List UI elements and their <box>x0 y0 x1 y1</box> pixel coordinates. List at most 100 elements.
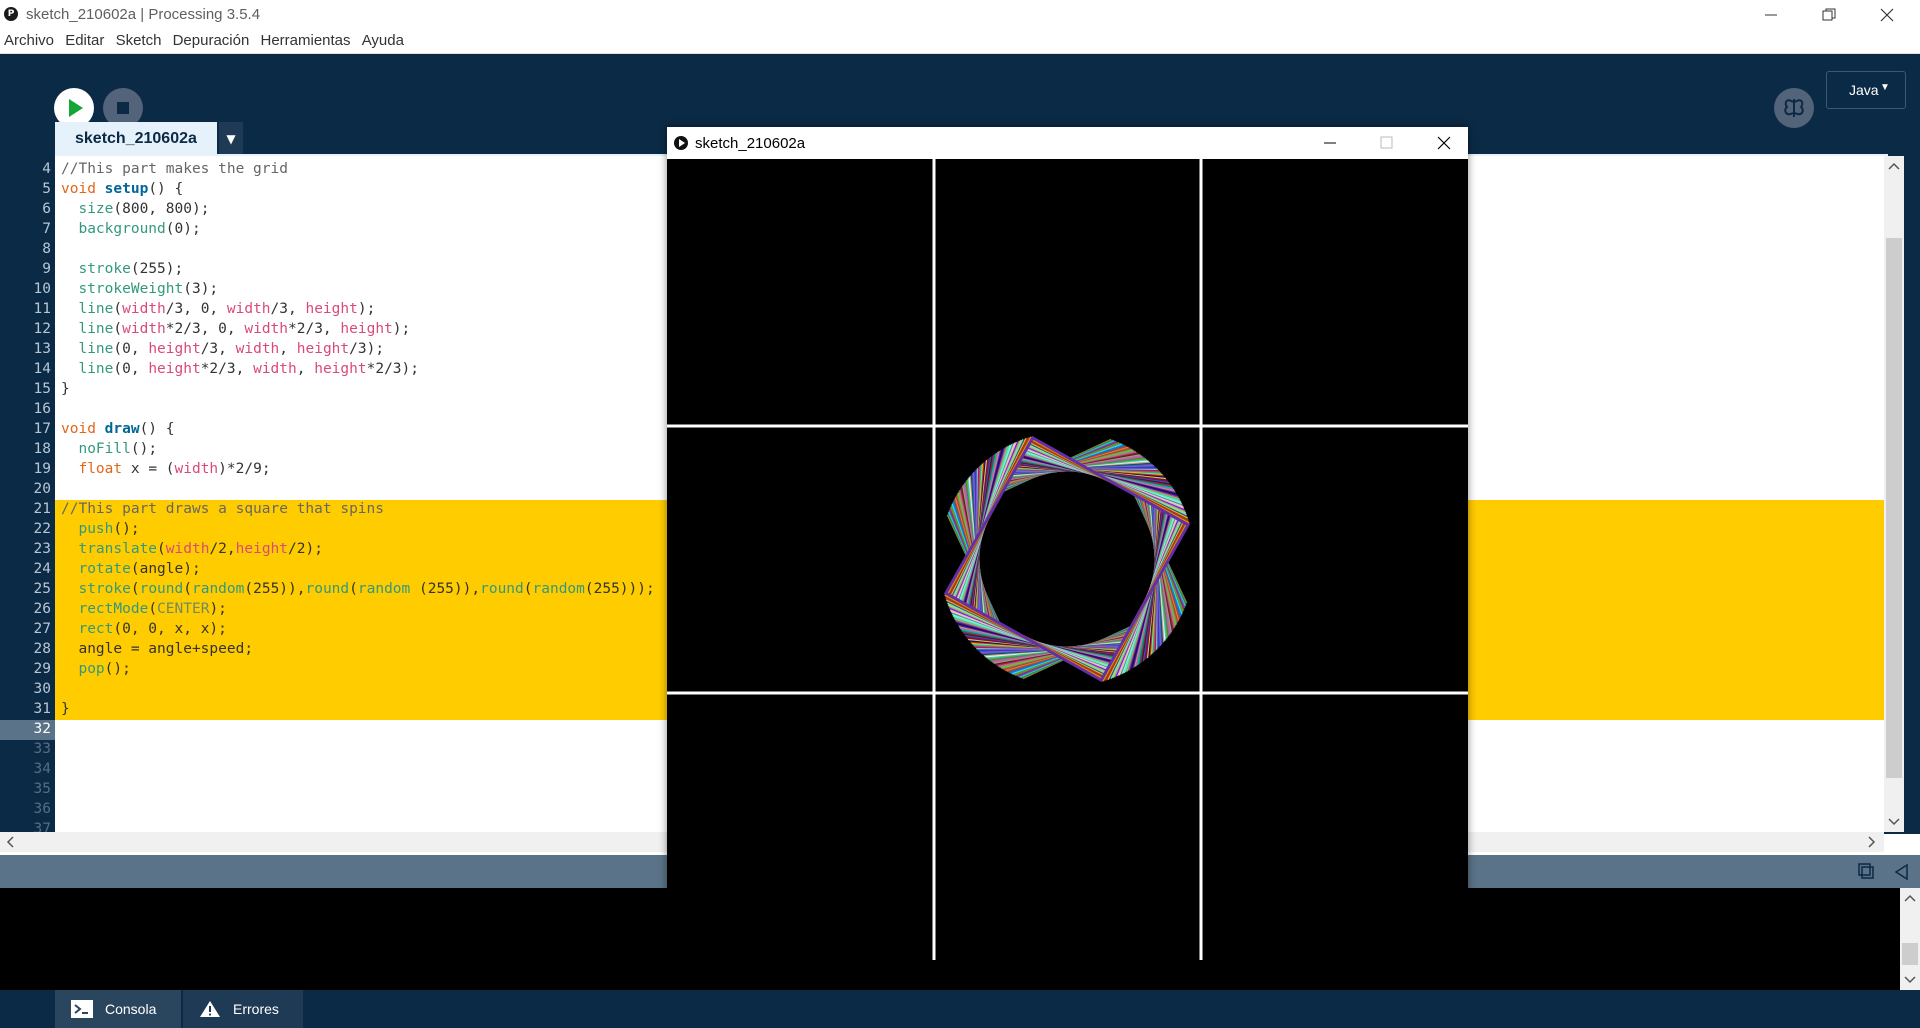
line-number: 34 <box>33 761 51 777</box>
line-number: 27 <box>33 621 51 637</box>
code-token: float <box>78 461 123 477</box>
errors-tab-label: Errores <box>233 1001 279 1017</box>
code-token: /2, <box>209 541 236 557</box>
spinning-square <box>976 468 1158 650</box>
code-text: line(width*2/3, 0, width*2/3, height); <box>61 319 410 339</box>
spinning-squares <box>943 435 1191 683</box>
code-token: rect <box>78 621 114 637</box>
code-token: )*2/9; <box>218 461 271 477</box>
code-text: size(800, 800); <box>61 199 209 219</box>
code-text: void setup() { <box>61 179 183 199</box>
code-token: ( <box>523 581 533 597</box>
code-token: ); <box>357 301 376 317</box>
menu-herramientas[interactable]: Herramientas <box>260 29 350 53</box>
code-token: *2/3, 0, <box>165 321 245 337</box>
code-token: ); <box>392 321 411 337</box>
console-scrollbar[interactable] <box>1900 888 1920 990</box>
menu-sketch[interactable]: Sketch <box>116 29 162 53</box>
menu-bar: Archivo Editar Sketch Depuración Herrami… <box>0 29 1920 54</box>
processing-logo-icon: P <box>4 7 18 21</box>
line-number: 30 <box>33 681 51 697</box>
code-text: strokeWeight(3); <box>61 279 218 299</box>
minimize-icon[interactable] <box>1321 134 1339 152</box>
code-token: height <box>148 341 201 357</box>
code-token: width <box>165 541 210 557</box>
code-token: *2/3, <box>288 321 341 337</box>
code-token: random <box>532 581 585 597</box>
maximize-icon[interactable] <box>1378 134 1396 152</box>
line-number: 8 <box>42 241 51 257</box>
code-text: } <box>61 379 70 399</box>
scroll-thumb[interactable] <box>1902 943 1918 965</box>
debug-button[interactable] <box>1774 88 1814 128</box>
line-number: 31 <box>33 701 51 717</box>
code-text: float x = (width)*2/9; <box>61 459 271 479</box>
chevron-down-icon: ▼ <box>226 132 236 146</box>
line-number: 14 <box>33 361 51 377</box>
code-token: CENTER <box>157 601 210 617</box>
line-number: 32 <box>33 721 51 737</box>
line-number: 23 <box>33 541 51 557</box>
code-token: height <box>305 301 358 317</box>
code-token: (255); <box>130 261 184 277</box>
line-number: 15 <box>33 381 51 397</box>
code-token: round <box>305 581 350 597</box>
code-token: height <box>296 341 350 357</box>
line-number: 35 <box>33 781 51 797</box>
code-text: //This part draws a square that spins <box>61 499 384 519</box>
editor-vertical-scrollbar[interactable] <box>1884 156 1904 832</box>
line-number: 21 <box>33 501 51 517</box>
close-icon[interactable] <box>1435 134 1453 152</box>
minimize-button[interactable] <box>1742 0 1800 29</box>
tab-menu-button[interactable]: ▼ <box>219 122 243 154</box>
line-number: 26 <box>33 601 51 617</box>
menu-depuracion[interactable]: Depuración <box>173 29 250 53</box>
line-number: 11 <box>33 301 51 317</box>
tab-errors[interactable]: Errores <box>183 990 303 1028</box>
restore-button[interactable] <box>1800 0 1858 29</box>
code-token: /3, <box>200 341 236 357</box>
scroll-thumb[interactable] <box>1886 238 1902 778</box>
code-token: , <box>279 341 297 357</box>
spinning-square <box>974 466 1160 652</box>
line-number: 24 <box>33 561 51 577</box>
code-token: width <box>122 321 166 337</box>
code-token: void <box>61 421 105 437</box>
tab-console[interactable]: Consola <box>55 990 181 1028</box>
code-token: (800, 800); <box>113 201 210 217</box>
code-text: void draw() { <box>61 419 175 439</box>
code-text: } <box>61 699 70 719</box>
code-token: width <box>122 301 166 317</box>
copy-console-icon[interactable] <box>1857 862 1875 880</box>
code-text: push(); <box>61 519 139 539</box>
code-token: x = ( <box>122 461 175 477</box>
code-token: } <box>61 381 70 397</box>
line-number: 33 <box>33 741 51 757</box>
code-token: pop <box>78 661 105 677</box>
close-button[interactable] <box>1858 0 1916 29</box>
collapse-console-icon[interactable] <box>1893 863 1911 881</box>
code-token: //This part makes the grid <box>61 161 288 177</box>
minimize-icon <box>1765 14 1777 16</box>
code-token: ( <box>113 301 123 317</box>
menu-editar[interactable]: Editar <box>65 29 104 53</box>
sketch-canvas[interactable] <box>667 159 1468 960</box>
code-text: background(0); <box>61 219 200 239</box>
menu-archivo[interactable]: Archivo <box>4 29 54 53</box>
code-token: round <box>480 581 524 597</box>
menu-ayuda[interactable]: Ayuda <box>362 29 404 53</box>
tab-sketch[interactable]: sketch_210602a <box>55 122 217 154</box>
code-token: (0, 0, x, x); <box>113 621 227 637</box>
code-text: pop(); <box>61 659 130 679</box>
code-text: line(0, height/3, width, height/3); <box>61 339 384 359</box>
code-token: ( <box>157 541 166 557</box>
scroll-up-icon <box>1888 162 1900 170</box>
scroll-up-icon <box>1904 894 1916 902</box>
mode-select[interactable]: Java ▼ <box>1826 71 1906 109</box>
